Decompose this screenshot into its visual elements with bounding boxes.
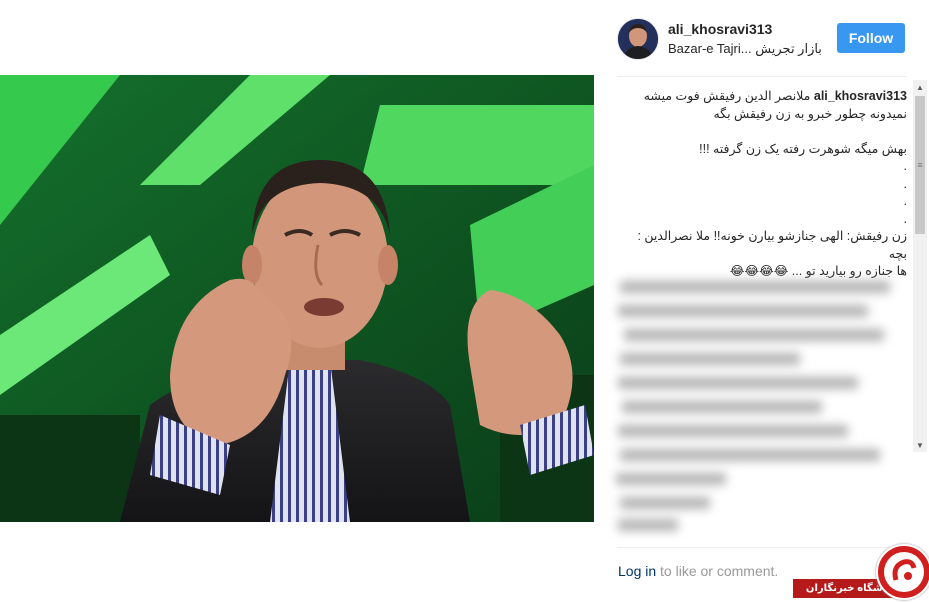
post-photo[interactable] bbox=[0, 75, 594, 522]
scroll-down-arrow-icon[interactable]: ▼ bbox=[913, 438, 927, 452]
scroll-thumb[interactable]: ≡ bbox=[915, 96, 925, 234]
scroll-up-arrow-icon[interactable]: ▲ bbox=[913, 80, 927, 94]
post-username[interactable]: ali_khosravi313 bbox=[668, 21, 772, 37]
avatar-image bbox=[618, 19, 658, 59]
avatar[interactable] bbox=[617, 18, 659, 60]
login-prompt: Log in to like or comment. bbox=[618, 563, 778, 579]
login-link[interactable]: Log in bbox=[618, 563, 656, 579]
post-location[interactable]: Bazar-e Tajri... بازار تجریش bbox=[668, 41, 822, 57]
caption-line-5: . bbox=[903, 159, 907, 173]
caption-line-4: بهش میگه شوهرت رفته یک زن گرفته !!! bbox=[699, 141, 907, 156]
post-header: ali_khosravi313 Bazar-e Tajri... بازار ت… bbox=[617, 15, 907, 63]
caption-line-2: نمیدونه چطور خبرو به زن رفیقش بگه bbox=[713, 106, 907, 121]
caption-area: ali_khosravi313 ملانصر الدین رفیقش فوت م… bbox=[617, 88, 907, 278]
grip-icon: ≡ bbox=[917, 160, 923, 170]
blurred-comments bbox=[610, 275, 910, 540]
caption-line-8: . bbox=[903, 211, 907, 226]
caption-line-7: . bbox=[903, 194, 907, 208]
watermark-logo-icon bbox=[876, 544, 929, 600]
caption-username[interactable]: ali_khosravi313 bbox=[814, 89, 907, 103]
post-image bbox=[0, 75, 594, 522]
header-divider bbox=[617, 76, 907, 77]
caption-line-1: ali_khosravi313 ملانصر الدین رفیقش فوت م… bbox=[643, 89, 907, 103]
caption-line-9: زن رفیقش: الهی جنازشو بیارن خونه!! ملا ن… bbox=[637, 229, 907, 261]
caption-line-3 bbox=[617, 123, 907, 141]
login-prompt-text: to like or comment. bbox=[656, 563, 779, 579]
caption-line-6: . bbox=[903, 176, 907, 191]
footer-divider bbox=[617, 547, 907, 548]
follow-button[interactable]: Follow bbox=[837, 23, 905, 53]
logo-mark bbox=[884, 552, 924, 592]
comments-scrollbar[interactable]: ▲ ≡ ▼ bbox=[913, 80, 927, 452]
